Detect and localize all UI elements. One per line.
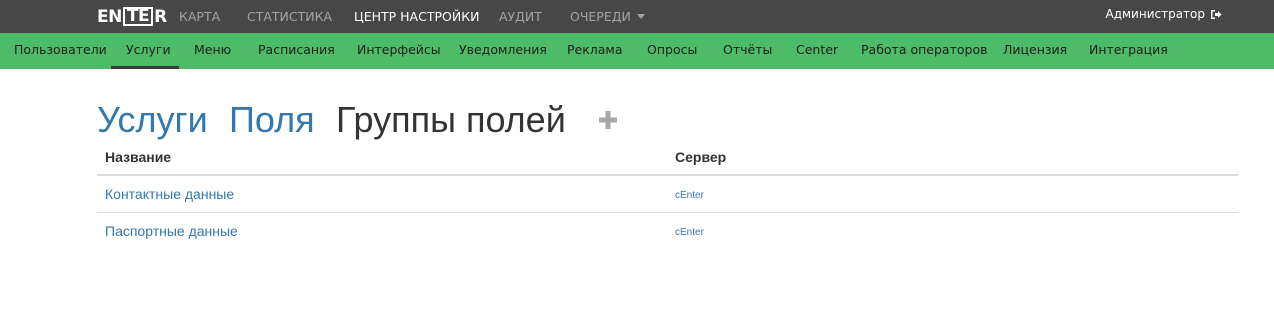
tab-fields[interactable]: Поля — [229, 96, 315, 144]
server-link[interactable]: cEnter — [675, 224, 704, 240]
subnav-item-notifications[interactable]: Уведомления — [459, 33, 547, 66]
group-name-link[interactable]: Контактные данные — [105, 184, 234, 204]
page-title: Группы полей — [336, 99, 566, 140]
subnav-item-services[interactable]: Услуги — [126, 33, 171, 66]
topnav-karta[interactable]: КАРТА — [179, 0, 220, 33]
sign-out-icon[interactable] — [1210, 9, 1222, 20]
chevron-down-icon — [636, 14, 645, 19]
active-subnav-indicator — [111, 66, 179, 69]
topnav-ocheredi-dropdown[interactable]: ОЧЕРЕДИ — [570, 0, 645, 33]
table-row-divider — [97, 212, 1238, 213]
user-menu[interactable]: Администратор — [1105, 0, 1222, 28]
subnav-item-menu[interactable]: Меню — [194, 33, 231, 66]
subnav-item-surveys[interactable]: Опросы — [647, 33, 697, 66]
topnav-ocheredi-label: ОЧЕРЕДИ — [570, 9, 631, 24]
top-navbar: EN TE R КАРТА СТАТИСТИКА ЦЕНТР НАСТРОЙКИ А… — [0, 0, 1274, 33]
subnav-item-advertising[interactable]: Реклама — [567, 33, 623, 66]
subnav-item-integration[interactable]: Интеграция — [1089, 33, 1168, 66]
subnav-item-schedules[interactable]: Расписания — [258, 33, 335, 66]
user-name: Администратор — [1105, 7, 1205, 21]
subnav-item-license[interactable]: Лицензия — [1003, 33, 1067, 66]
enter-logo[interactable]: EN TE R — [97, 6, 167, 27]
table-header-divider — [97, 174, 1238, 176]
topnav-centr-nastroyki[interactable]: ЦЕНТР НАСТРОЙКИ — [354, 0, 479, 33]
subnav-item-operators-work[interactable]: Работа операторов — [861, 33, 987, 66]
subnav-item-reports[interactable]: Отчёты — [723, 33, 772, 66]
topnav-statistika[interactable]: СТАТИСТИКА — [247, 0, 332, 33]
settings-subnav: Пользователи Услуги Меню Расписания Инте… — [0, 33, 1274, 69]
server-link[interactable]: cEnter — [675, 187, 704, 203]
topnav-audit[interactable]: АУДИТ — [499, 0, 542, 33]
subnav-item-users[interactable]: Пользователи — [14, 33, 107, 66]
subnav-item-interfaces[interactable]: Интерфейсы — [357, 33, 441, 66]
plus-icon[interactable] — [598, 110, 618, 130]
column-header-name: Название — [105, 149, 172, 165]
subnav-item-center[interactable]: Center — [796, 33, 838, 66]
group-name-link[interactable]: Паспортные данные — [105, 221, 238, 241]
column-header-server: Сервер — [675, 149, 727, 165]
tab-services[interactable]: Услуги — [97, 96, 208, 144]
